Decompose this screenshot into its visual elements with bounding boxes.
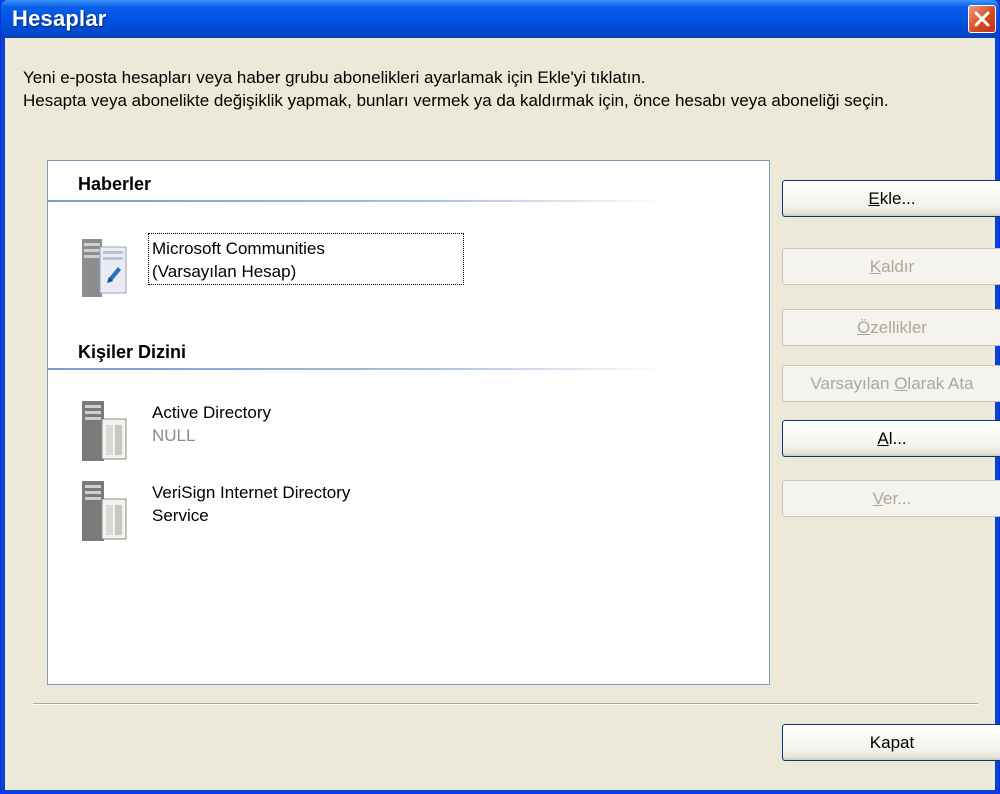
section-divider	[48, 200, 668, 202]
access-key: O	[894, 374, 908, 393]
close-button[interactable]: Kapat	[782, 724, 1000, 761]
label-post: er...	[883, 489, 912, 508]
add-button[interactable]: Ekle...	[782, 180, 1000, 217]
close-icon[interactable]	[968, 5, 996, 33]
news-account-icon	[82, 239, 127, 297]
account-label: Active Directory NULL	[152, 401, 271, 447]
accounts-dialog: Hesaplar Yeni e-posta hesapları veya hab…	[0, 0, 1000, 794]
label-post: l...	[888, 429, 907, 448]
remove-button[interactable]: Kaldır	[782, 248, 1000, 285]
window-title: Hesaplar	[12, 6, 107, 31]
label-post: aldır	[881, 257, 915, 276]
dialog-body: Yeni e-posta hesapları veya haber grubu …	[5, 38, 1000, 790]
directory-server-icon	[82, 481, 127, 541]
account-name-continued: Service	[152, 506, 209, 525]
import-button[interactable]: Al...	[782, 420, 1000, 457]
directory-server-icon	[82, 401, 127, 461]
account-name: VeriSign Internet Directory	[152, 483, 351, 502]
account-subtitle: (Varsayılan Hesap)	[152, 262, 297, 281]
access-key: K	[869, 257, 882, 276]
instructions: Yeni e-posta hesapları veya haber grubu …	[23, 66, 978, 112]
access-key: A	[877, 429, 889, 448]
title-bar[interactable]: Hesaplar	[1, 0, 999, 38]
set-default-button[interactable]: Varsayılan Olarak Ata	[782, 365, 1000, 402]
account-name: Active Directory	[152, 403, 272, 422]
instructions-line-1: Yeni e-posta hesapları veya haber grubu …	[23, 68, 646, 87]
section-title: Kişiler Dizini	[78, 342, 187, 362]
label-post: zellikler	[870, 318, 927, 337]
section-header-directory: Kişiler Dizini	[48, 329, 769, 370]
access-key: E	[868, 189, 880, 208]
label-post: kle...	[879, 189, 916, 208]
properties-button[interactable]: Özellikler	[782, 309, 1000, 346]
account-subtitle: NULL	[152, 426, 196, 445]
section-title: Haberler	[78, 174, 152, 194]
footer-separator	[33, 703, 978, 705]
access-key: Ö	[857, 318, 871, 337]
account-name: Microsoft Communities	[152, 239, 325, 258]
account-label: Microsoft Communities (Varsayılan Hesap)	[152, 237, 325, 283]
access-key: V	[872, 489, 884, 508]
label-post: larak Ata	[907, 374, 974, 393]
instructions-line-2: Hesapta veya abonelikte değişiklik yapma…	[23, 91, 889, 110]
export-button[interactable]: Ver...	[782, 480, 1000, 517]
label-pre: Varsayılan	[810, 374, 895, 393]
section-header-news: Haberler	[48, 161, 769, 202]
accounts-list[interactable]: Haberler Microsoft Communities (Varsayıl…	[47, 160, 770, 685]
section-divider	[48, 368, 668, 370]
account-label: VeriSign Internet Directory Service	[152, 481, 350, 527]
